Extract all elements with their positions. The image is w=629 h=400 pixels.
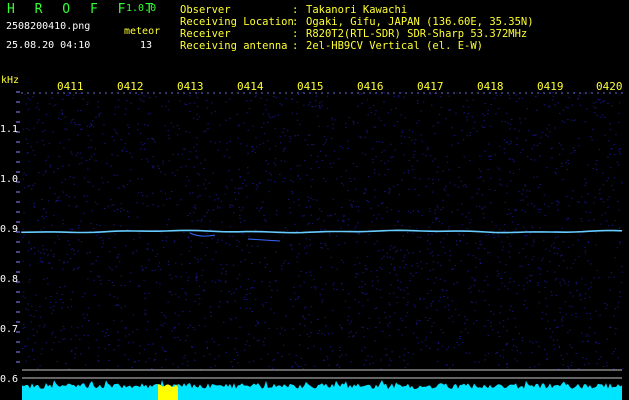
frequency-label: 0.7 — [0, 324, 19, 335]
info-value-observer: Takanori Kawachi — [306, 4, 408, 16]
meteor-count: 13 — [140, 40, 153, 51]
app-version: 1.0.0 — [126, 3, 157, 14]
time-label: 0414 — [237, 80, 264, 93]
time-label: 0412 — [117, 80, 144, 93]
info-sep: : — [292, 4, 299, 16]
hrofft-window: H R O F F T 1.0.0 2508200410.png 25.08.2… — [0, 0, 629, 400]
frequency-label: 0.6 — [0, 374, 19, 385]
info-key-observer: Observer — [180, 4, 231, 16]
file-name: 2508200410.png — [6, 21, 91, 32]
spectrogram-plot — [16, 91, 624, 400]
info-sep: : — [292, 40, 299, 52]
frequency-label: 0.8 — [0, 274, 19, 285]
info-sep: : — [292, 28, 299, 40]
info-key-receiver: Receiver — [180, 28, 231, 40]
time-label: 0418 — [477, 80, 504, 93]
info-value-antenna: 2el-HB9CV Vertical (el. E-W) — [306, 40, 484, 52]
timestamp: 25.08.20 04:10 — [6, 40, 91, 51]
meteor-burst-level — [158, 384, 178, 400]
info-sep: : — [292, 16, 299, 28]
carrier-trace — [21, 229, 623, 234]
frequency-label: 1.0 — [0, 174, 19, 185]
info-key-location: Receiving Location — [180, 16, 294, 28]
frequency-label: 1.1 — [0, 124, 19, 135]
meteor-echo — [247, 238, 281, 242]
meteor-echo — [189, 232, 216, 237]
time-label: 0411 — [57, 80, 84, 93]
meteor-label: meteor — [124, 26, 161, 37]
time-label: 0416 — [357, 80, 384, 93]
signal-level-bar — [22, 379, 622, 400]
time-label: 0415 — [297, 80, 324, 93]
info-key-antenna: Receiving antenna — [180, 40, 288, 52]
time-label: 0413 — [177, 80, 204, 93]
info-value-receiver: R820T2(RTL-SDR) SDR-Sharp 53.372MHz — [306, 28, 528, 40]
time-label: 0419 — [537, 80, 564, 93]
time-label: 0420 — [596, 80, 623, 93]
time-label: 0417 — [417, 80, 444, 93]
frequency-label: 0.9 — [0, 224, 19, 235]
frequency-unit-label: kHz — [1, 75, 20, 86]
info-value-location: Ogaki, Gifu, JAPAN (136.60E, 35.35N) — [306, 16, 534, 28]
